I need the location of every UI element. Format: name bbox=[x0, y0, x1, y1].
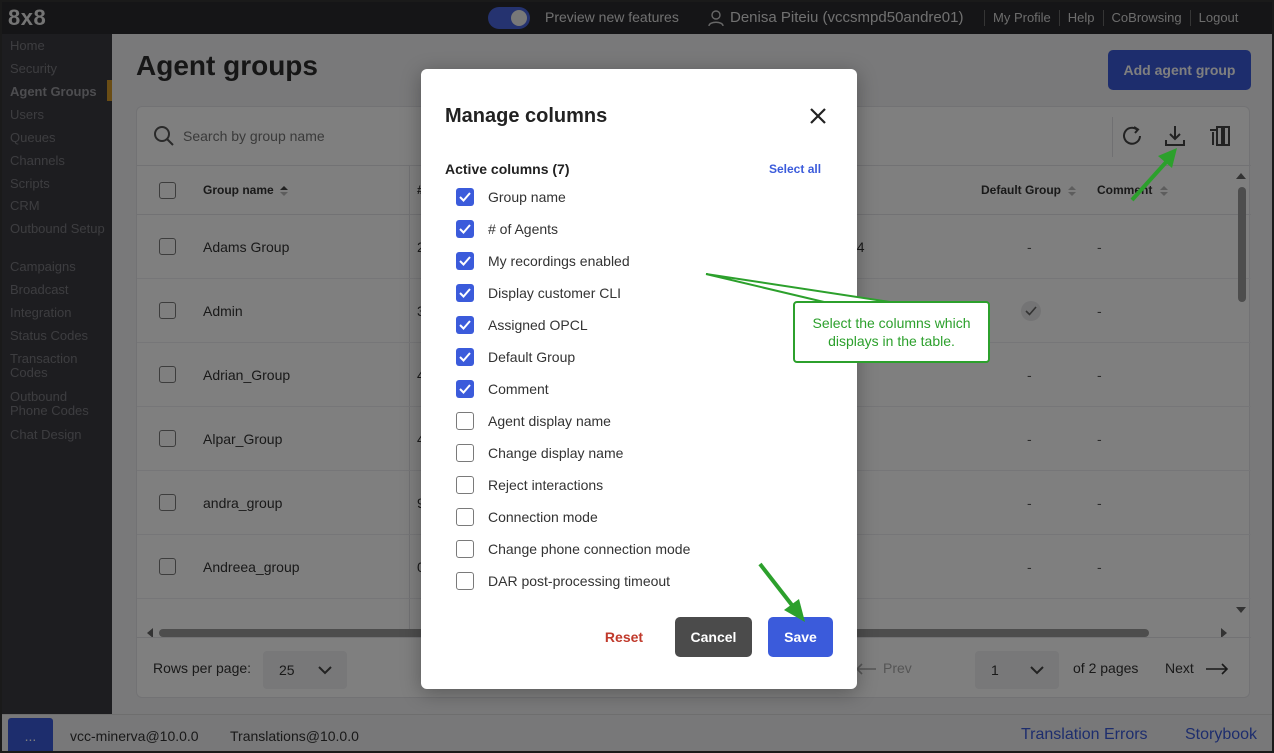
close-icon[interactable] bbox=[807, 105, 829, 127]
manage-columns-dialog: Manage columns Active columns (7) Select… bbox=[421, 69, 857, 689]
checkbox-checked[interactable] bbox=[456, 316, 474, 334]
column-option-label: Change phone connection mode bbox=[488, 541, 691, 557]
column-option-label: Comment bbox=[488, 381, 549, 397]
column-option[interactable]: Reject interactions bbox=[456, 473, 816, 497]
annotation-callout: Select the columns which displays in the… bbox=[793, 301, 990, 363]
column-option-label: My recordings enabled bbox=[488, 253, 630, 269]
column-option[interactable]: Comment bbox=[456, 377, 816, 401]
column-option-label: Reject interactions bbox=[488, 477, 604, 493]
checkbox-checked[interactable] bbox=[456, 252, 474, 270]
column-option-label: Group name bbox=[488, 189, 566, 205]
column-option-label: Connection mode bbox=[488, 509, 598, 525]
column-option-label: Change display name bbox=[488, 445, 624, 461]
column-option[interactable]: # of Agents bbox=[456, 217, 816, 241]
checkbox-checked[interactable] bbox=[456, 380, 474, 398]
checkbox-unchecked[interactable] bbox=[456, 572, 474, 590]
checkbox-checked[interactable] bbox=[456, 220, 474, 238]
checkbox-checked[interactable] bbox=[456, 348, 474, 366]
checkbox-unchecked[interactable] bbox=[456, 444, 474, 462]
column-option[interactable]: My recordings enabled bbox=[456, 249, 816, 273]
checkbox-unchecked[interactable] bbox=[456, 540, 474, 558]
save-button[interactable]: Save bbox=[768, 617, 833, 657]
column-option[interactable]: Change display name bbox=[456, 441, 816, 465]
cancel-button[interactable]: Cancel bbox=[675, 617, 752, 657]
column-option[interactable]: Display customer CLI bbox=[456, 281, 816, 305]
column-option-label: Agent display name bbox=[488, 413, 611, 429]
checkbox-unchecked[interactable] bbox=[456, 476, 474, 494]
active-columns-label: Active columns (7) bbox=[445, 161, 570, 177]
reset-button[interactable]: Reset bbox=[589, 617, 659, 657]
column-option[interactable]: DAR post-processing timeout bbox=[456, 569, 816, 593]
column-option[interactable]: Group name bbox=[456, 185, 816, 209]
column-option-label: Default Group bbox=[488, 349, 576, 365]
column-option[interactable]: Assigned OPCL bbox=[456, 313, 816, 337]
column-option[interactable]: Change phone connection mode bbox=[456, 537, 816, 561]
column-option[interactable]: Default Group bbox=[456, 345, 816, 369]
column-option-label: DAR post-processing timeout bbox=[488, 573, 671, 589]
column-option-label: Assigned OPCL bbox=[488, 317, 588, 333]
dialog-title: Manage columns bbox=[445, 105, 608, 127]
checkbox-checked[interactable] bbox=[456, 188, 474, 206]
column-option[interactable]: Connection mode bbox=[456, 505, 816, 529]
select-all-link[interactable]: Select all bbox=[769, 162, 821, 176]
checkbox-checked[interactable] bbox=[456, 284, 474, 302]
column-option[interactable]: Agent display name bbox=[456, 409, 816, 433]
column-option-label: # of Agents bbox=[488, 221, 559, 237]
app-window: 8x8 Preview new features Denisa Piteiu (… bbox=[0, 0, 1274, 753]
column-option-label: Display customer CLI bbox=[488, 285, 622, 301]
checkbox-unchecked[interactable] bbox=[456, 508, 474, 526]
checkbox-unchecked[interactable] bbox=[456, 412, 474, 430]
